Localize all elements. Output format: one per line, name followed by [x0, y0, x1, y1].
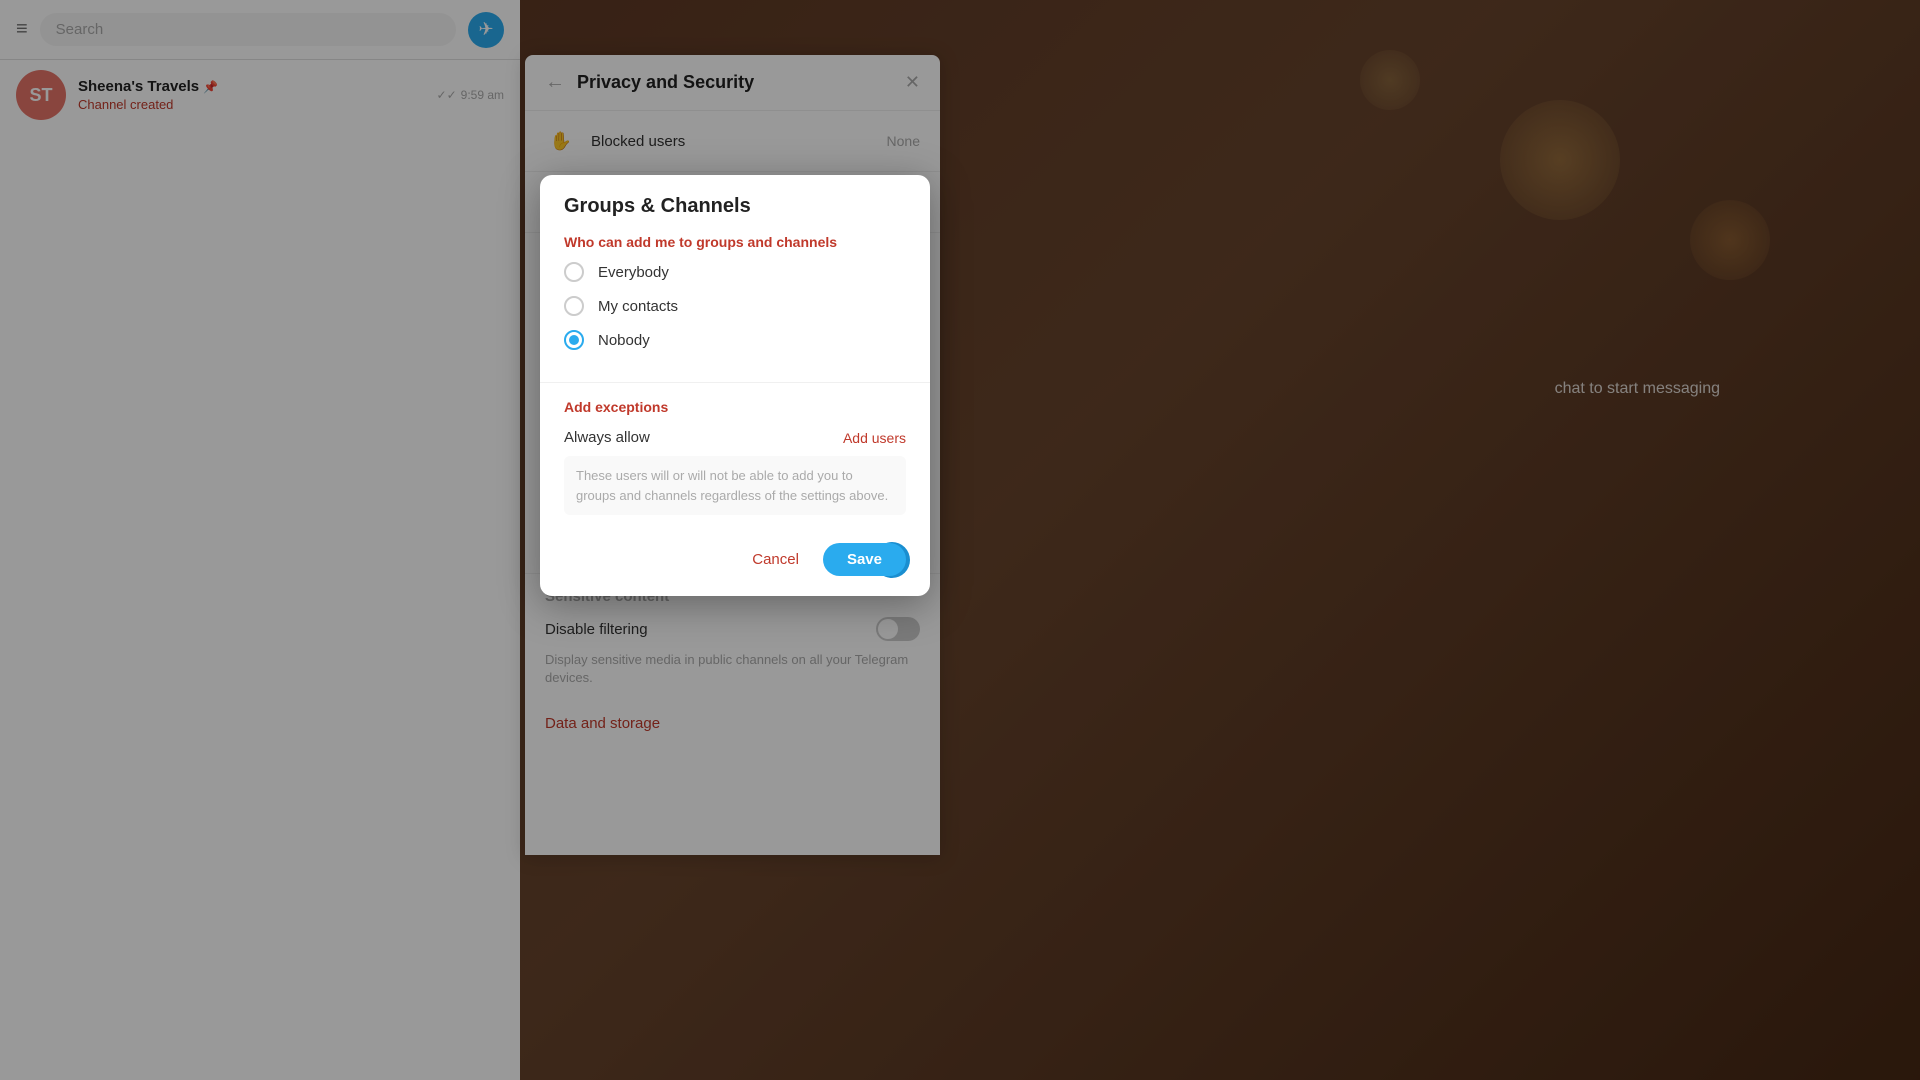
exceptions-title: Add exceptions — [564, 399, 906, 415]
radio-everybody-circle — [564, 262, 584, 282]
cancel-button[interactable]: Cancel — [736, 543, 815, 576]
who-can-add-label: Who can add me to groups and channels — [564, 234, 906, 250]
exceptions-section: Add exceptions Always allow Add users Th… — [540, 383, 930, 531]
radio-nobody-circle — [564, 330, 584, 350]
exceptions-desc: These users will or will not be able to … — [564, 456, 906, 515]
radio-nobody-label: Nobody — [598, 332, 650, 349]
radio-group: Everybody My contacts Nobody — [564, 262, 906, 366]
always-allow-label: Always allow — [564, 429, 650, 446]
save-button[interactable]: Save — [823, 543, 906, 576]
radio-my-contacts-label: My contacts — [598, 298, 678, 315]
exceptions-row: Always allow Add users — [564, 429, 906, 446]
overlay-dim — [0, 0, 1920, 1080]
groups-channels-dialog: Groups & Channels Who can add me to grou… — [540, 175, 930, 596]
radio-my-contacts[interactable]: My contacts — [564, 296, 906, 316]
dialog-footer: Cancel Save — [540, 531, 930, 596]
add-users-button[interactable]: Add users — [843, 430, 906, 446]
dialog-title: Groups & Channels — [564, 195, 906, 218]
radio-everybody[interactable]: Everybody — [564, 262, 906, 282]
radio-nobody[interactable]: Nobody — [564, 330, 906, 350]
radio-my-contacts-circle — [564, 296, 584, 316]
radio-everybody-label: Everybody — [598, 264, 669, 281]
dialog-header: Groups & Channels Who can add me to grou… — [540, 175, 930, 382]
